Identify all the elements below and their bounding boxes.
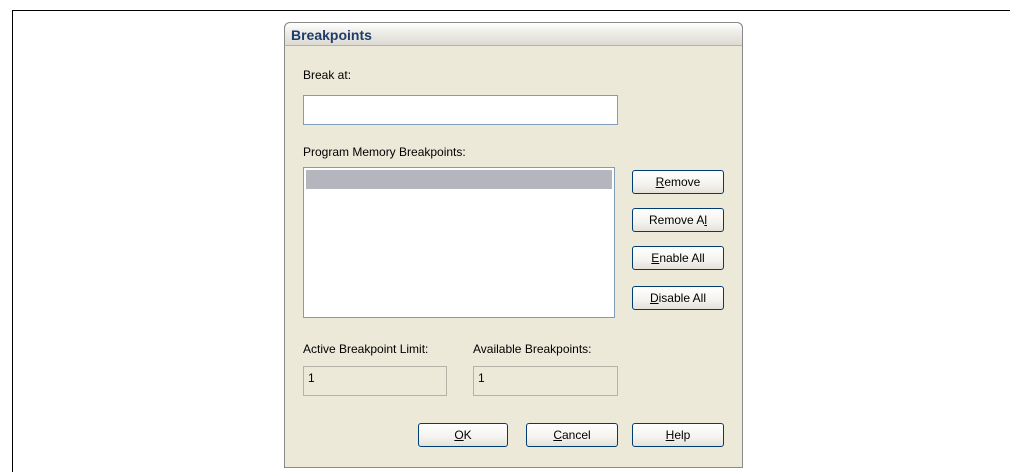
ok-mnemonic: O [454, 428, 464, 442]
available-breakpoints-field: 1 [473, 366, 618, 396]
ok-button[interactable]: OK [418, 423, 508, 447]
active-breakpoint-limit-label: Active Breakpoint Limit: [303, 342, 429, 356]
program-memory-breakpoints-label: Program Memory Breakpoints: [303, 145, 466, 159]
remove-button[interactable]: Remove [632, 170, 724, 194]
breakpoints-listbox[interactable] [303, 167, 615, 318]
cancel-label-rest: ancel [561, 428, 591, 442]
cancel-button[interactable]: Cancel [526, 423, 618, 447]
remove-all-button[interactable]: Remove Al [632, 208, 724, 232]
remove-all-label-pre: Remove A [648, 213, 705, 227]
available-breakpoints-label: Available Breakpoints: [473, 342, 592, 356]
remove-label-rest: emove [664, 175, 701, 189]
remove-all-mnemonic: l [704, 213, 708, 227]
active-breakpoint-limit-field: 1 [303, 366, 447, 396]
break-at-label: Break at: [303, 68, 352, 82]
ok-label-rest: K [463, 428, 472, 442]
dialog-titlebar[interactable]: Breakpoints [284, 22, 743, 46]
break-at-input[interactable] [303, 95, 618, 125]
disable-all-mnemonic: D [649, 291, 659, 305]
list-item[interactable] [306, 170, 612, 189]
enable-all-label-rest: nable All [659, 251, 705, 265]
help-button[interactable]: Help [632, 423, 724, 447]
enable-all-button[interactable]: Enable All [632, 246, 724, 270]
remove-mnemonic: R [655, 175, 665, 189]
help-label-rest: elp [674, 428, 691, 442]
breakpoints-dialog: Breakpoints Break at: Program Memory Bre… [284, 22, 743, 468]
disable-all-button[interactable]: Disable All [632, 286, 724, 310]
cancel-mnemonic: C [553, 428, 562, 442]
dialog-title: Breakpoints [291, 27, 372, 43]
disable-all-label-rest: isable All [658, 291, 707, 305]
